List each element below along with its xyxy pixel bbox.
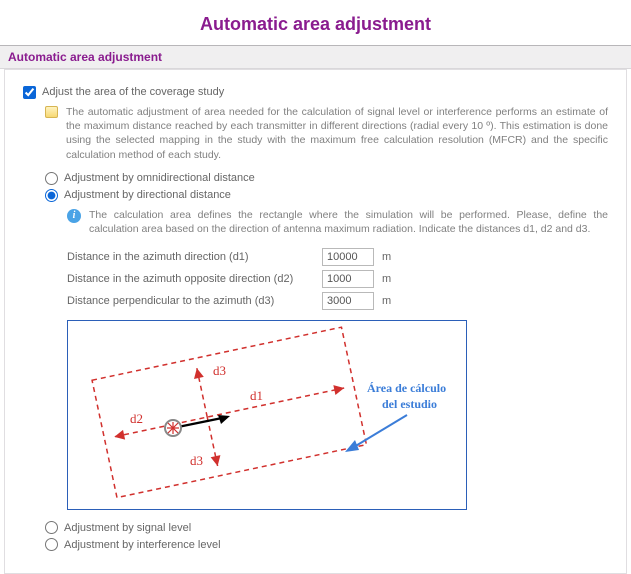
- diagram-area-label-1: Área de cálculo: [367, 381, 446, 395]
- field-d2: Distance in the azimuth opposite directi…: [67, 270, 608, 288]
- radio-signal-level-label: Adjustment by signal level: [64, 522, 191, 534]
- radio-omnidirectional[interactable]: [45, 172, 58, 185]
- description-text: The automatic adjustment of area needed …: [66, 105, 608, 162]
- adjust-area-label: Adjust the area of the coverage study: [42, 86, 224, 98]
- adjustment-radio-group: Adjustment by omnidirectional distance A…: [45, 172, 608, 202]
- radio-omnidirectional-label: Adjustment by omnidirectional distance: [64, 172, 255, 184]
- diagram-d1-label: d1: [250, 388, 263, 403]
- d2-label: Distance in the azimuth opposite directi…: [67, 273, 322, 285]
- directional-info-text: The calculation area defines the rectang…: [89, 208, 608, 236]
- diagram-d2-label: d2: [130, 411, 143, 426]
- info-icon: i: [67, 209, 81, 223]
- diagram-area-label-2: del estudio: [382, 397, 437, 411]
- d3-unit: m: [382, 295, 391, 307]
- radio-directional[interactable]: [45, 189, 58, 202]
- radio-interference-level[interactable]: [45, 538, 58, 551]
- field-d1: Distance in the azimuth direction (d1) m: [67, 248, 608, 266]
- directional-subpanel: i The calculation area defines the recta…: [67, 208, 608, 513]
- d3-label: Distance perpendicular to the azimuth (d…: [67, 295, 322, 307]
- diagram-d3-label-top: d3: [213, 363, 226, 378]
- radio-signal-level[interactable]: [45, 521, 58, 534]
- section-header: Automatic area adjustment: [0, 45, 631, 69]
- d1-label: Distance in the azimuth direction (d1): [67, 251, 322, 263]
- note-icon: [45, 106, 58, 118]
- diagram-svg: d1 d2 d3 d3 Área de cálculo del estudio: [67, 320, 467, 510]
- d1-input[interactable]: [322, 248, 374, 266]
- radio-directional-label: Adjustment by directional distance: [64, 189, 231, 201]
- diagram-d3-label-bottom: d3: [190, 453, 203, 468]
- d3-input[interactable]: [322, 292, 374, 310]
- content-panel: Adjust the area of the coverage study Th…: [4, 69, 627, 574]
- radio-interference-level-label: Adjustment by interference level: [64, 539, 221, 551]
- d1-unit: m: [382, 251, 391, 263]
- diagram: d1 d2 d3 d3 Área de cálculo del estudio: [67, 320, 608, 513]
- adjustment-radio-group-2: Adjustment by signal level Adjustment by…: [45, 521, 608, 551]
- d2-unit: m: [382, 273, 391, 285]
- adjust-area-checkbox[interactable]: [23, 86, 36, 99]
- page-title: Automatic area adjustment: [0, 0, 631, 45]
- field-d3: Distance perpendicular to the azimuth (d…: [67, 292, 608, 310]
- d2-input[interactable]: [322, 270, 374, 288]
